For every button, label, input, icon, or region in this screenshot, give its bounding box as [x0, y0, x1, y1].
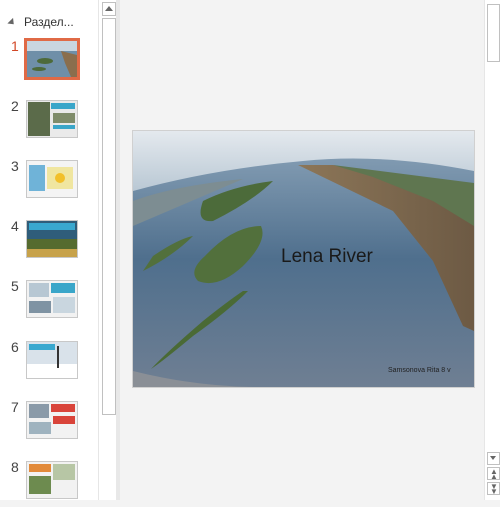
slide-thumbnails-pane: Раздел... 1 2 3 4 5 6 7 8	[0, 0, 117, 500]
slide-thumbnail-image	[26, 461, 78, 499]
slide-thumbnail-image	[26, 100, 78, 138]
slide-thumbnail-6[interactable]: 6	[6, 339, 96, 387]
slide-number: 1	[11, 38, 19, 54]
scrollbar-thumb[interactable]	[102, 18, 116, 415]
slide-thumbnail-image	[26, 220, 78, 258]
scroll-up-arrow-icon[interactable]	[102, 2, 116, 16]
slide-thumbnail-4[interactable]: 4	[6, 218, 96, 266]
next-slide-icon[interactable]: ▼ ▼	[487, 482, 500, 496]
section-header[interactable]: Раздел...	[7, 14, 74, 30]
collapse-triangle-icon[interactable]	[7, 17, 17, 27]
slide-thumbnail-3[interactable]: 3	[6, 158, 96, 206]
previous-slide-icon[interactable]: ▲ ▲	[487, 467, 500, 481]
slide-number: 3	[11, 158, 19, 174]
slide-number: 6	[11, 339, 19, 355]
slide-thumbnail-image	[24, 38, 80, 80]
slide-thumbnail-image	[26, 341, 78, 379]
slide-thumbnail-5[interactable]: 5	[6, 278, 96, 326]
slide-thumbnail-image	[26, 401, 78, 439]
slide-thumbnail-image	[26, 160, 78, 198]
slide-number: 4	[11, 218, 19, 234]
slide-number: 8	[11, 459, 19, 475]
slide-number: 2	[11, 98, 19, 114]
scrollbar-thumb[interactable]	[487, 4, 500, 62]
slide-thumbnail-2[interactable]: 2	[6, 98, 96, 146]
scroll-down-arrow-icon[interactable]	[487, 452, 500, 465]
section-label: Раздел...	[24, 15, 74, 29]
slide-author-caption[interactable]: Samsonova Rita 8 v	[388, 367, 451, 374]
slide-editing-area: Lena River Samsonova Rita 8 v	[120, 0, 484, 500]
thumbnails-scrollbar[interactable]	[98, 0, 117, 500]
slide-thumbnail-7[interactable]: 7	[6, 399, 96, 447]
current-slide[interactable]: Lena River Samsonova Rita 8 v	[132, 130, 475, 388]
editor-scrollbar[interactable]: ▲ ▲ ▼ ▼	[484, 0, 500, 500]
slide-number: 7	[11, 399, 19, 415]
slide-title[interactable]: Lena River	[281, 246, 373, 268]
slide-number: 5	[11, 278, 19, 294]
slide-thumbnail-image	[26, 280, 78, 318]
slide-thumbnail-1[interactable]: 1	[6, 38, 96, 86]
